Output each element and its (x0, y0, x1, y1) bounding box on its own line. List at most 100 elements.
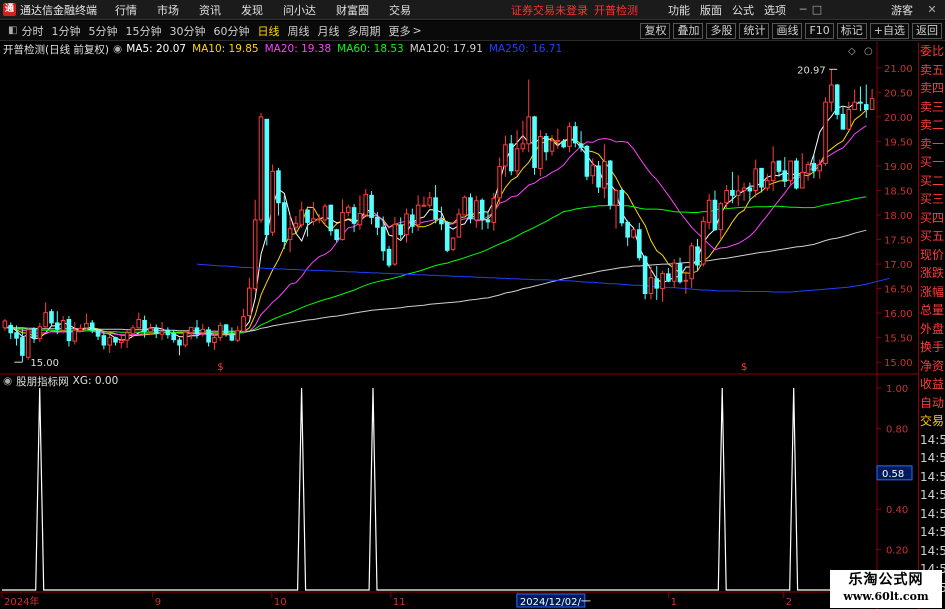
side-panel-item[interactable]: 委比 (919, 42, 945, 61)
candle-body (334, 229, 339, 241)
gear-icon[interactable]: ◉ (113, 43, 122, 55)
period-60min[interactable]: 60分钟 (213, 23, 249, 39)
side-panel-item[interactable]: 涨幅 (919, 283, 945, 302)
candle-body (456, 213, 462, 238)
side-panel-item[interactable]: 现价 (919, 246, 945, 265)
menu-item-news[interactable]: 资讯 (199, 2, 221, 18)
side-panel-item[interactable]: 外盘 (919, 320, 945, 339)
side-panel-item[interactable]: 卖五 (919, 61, 945, 80)
period-multi[interactable]: 多周期 (347, 23, 380, 39)
side-panel-item[interactable]: 14:55 (919, 449, 945, 468)
candle-body (165, 329, 171, 336)
kline-chart[interactable]: 21.0020.5020.0019.5019.0018.5018.0017.50… (0, 42, 918, 609)
side-panel-item[interactable]: 买一 (919, 153, 945, 172)
period-15min[interactable]: 15分钟 (125, 23, 161, 39)
tool-f10[interactable]: F10 (805, 23, 834, 39)
candle-body (258, 116, 264, 221)
side-panel-item[interactable]: 涨跌 (919, 264, 945, 283)
candle-body (31, 328, 37, 339)
candle-body (555, 139, 561, 142)
chevron-right-icon[interactable]: > (412, 24, 421, 37)
candle-body (596, 165, 601, 188)
menu-item-options[interactable]: 选项 (764, 2, 786, 18)
side-panel-item[interactable]: 卖二 (919, 116, 945, 135)
side-panel-item[interactable]: 交易 (919, 412, 945, 431)
menu-item-discover[interactable]: 发现 (241, 2, 263, 18)
minimize-icon[interactable]: ─ (796, 3, 810, 16)
menu-item-formula[interactable]: 公式 (732, 2, 754, 18)
panel-toggle-icon[interactable]: ◧ (8, 25, 17, 36)
period-minute[interactable]: 分时 (21, 23, 43, 39)
side-panel-item[interactable]: 净资 (919, 357, 945, 376)
candle-body (712, 199, 718, 231)
side-panel-item[interactable]: 14:55 (919, 486, 945, 505)
side-panel-item[interactable]: 14:55 (919, 431, 945, 450)
legend-title[interactable]: 开普检测(日线 前复权) (3, 42, 109, 57)
tool-add-watchlist[interactable]: +自选 (869, 23, 909, 39)
legend-ma120: MA120: 17.91 (409, 43, 483, 55)
price-tick-label: 20.50 (884, 88, 913, 99)
tool-overlay[interactable]: 叠加 (673, 23, 704, 39)
side-panel-item[interactable]: 总量 (919, 301, 945, 320)
price-tick-label: 15.00 (884, 358, 913, 369)
side-panel-item[interactable]: 卖一 (919, 135, 945, 154)
diamond-icon: ◇ (848, 46, 856, 57)
side-panel-item[interactable]: 14:55 (919, 505, 945, 524)
candle-body (276, 170, 281, 204)
side-panel-item[interactable]: 买二 (919, 172, 945, 191)
side-panel-item[interactable]: 收益 (919, 375, 945, 394)
indicator-title[interactable]: 股朋指标网 (16, 374, 69, 389)
candle-body (264, 118, 270, 236)
tool-statistics[interactable]: 统计 (739, 23, 770, 39)
tool-multi-stock[interactable]: 多股 (706, 23, 737, 39)
side-panel-item[interactable]: 14:55 (919, 542, 945, 561)
candle-body (863, 104, 869, 111)
period-monthly[interactable]: 月线 (317, 23, 339, 39)
side-panel-item[interactable]: 14:55 (919, 523, 945, 542)
indicator-settings-icon[interactable]: ◉ (3, 375, 12, 387)
guest-label[interactable]: 游客 (891, 2, 913, 18)
candle-body (101, 335, 107, 346)
menu-item-ask[interactable]: 问小达 (283, 2, 316, 18)
side-panel-item[interactable]: 买三 (919, 190, 945, 209)
candle-body (590, 164, 596, 177)
menu-item-layout[interactable]: 版面 (700, 2, 722, 18)
tool-mark[interactable]: 标记 (836, 23, 867, 39)
candle-body (607, 160, 613, 206)
candle-body (113, 337, 118, 343)
candle-body (747, 187, 753, 192)
tool-draw[interactable]: 画线 (772, 23, 803, 39)
candle-body (194, 327, 200, 335)
side-panel-item[interactable]: 14:55 (919, 468, 945, 487)
tool-back[interactable]: 返回 (912, 23, 942, 39)
side-panel-item[interactable]: 换手 (919, 338, 945, 357)
maximize-icon[interactable]: □ (810, 3, 824, 16)
side-panel-item[interactable]: 买五 (919, 227, 945, 246)
candle-body (468, 197, 473, 220)
period-30min[interactable]: 30分钟 (169, 23, 205, 39)
candle-body (491, 197, 497, 223)
period-5min[interactable]: 5分钟 (88, 23, 117, 39)
menu-item-functions[interactable]: 功能 (668, 2, 690, 18)
menu-item-quotes[interactable]: 行情 (115, 2, 137, 18)
candle-body (439, 219, 444, 225)
period-1min[interactable]: 1分钟 (51, 23, 80, 39)
period-weekly[interactable]: 周线 (287, 23, 309, 39)
side-panel-item[interactable]: 买四 (919, 209, 945, 228)
candle-body (37, 326, 43, 340)
menu-item-market[interactable]: 市场 (157, 2, 179, 18)
menu-item-wealth[interactable]: 财富圈 (336, 2, 369, 18)
side-panel-item[interactable]: 自动 (919, 394, 945, 413)
side-panel-item[interactable]: 卖四 (919, 79, 945, 98)
tool-adjust[interactable]: 复权 (640, 23, 671, 39)
period-more[interactable]: 更多 (388, 23, 410, 39)
candle-body (14, 332, 19, 339)
close-icon[interactable]: ✕ (925, 3, 939, 16)
side-panel-item[interactable]: 卖三 (919, 98, 945, 117)
candle-body (636, 229, 642, 259)
login-notice[interactable]: 证券交易未登录 (511, 2, 588, 18)
menu-item-trade[interactable]: 交易 (389, 2, 411, 18)
period-daily[interactable]: 日线 (257, 23, 279, 39)
candle-body (567, 126, 572, 147)
candle-body (433, 197, 438, 220)
